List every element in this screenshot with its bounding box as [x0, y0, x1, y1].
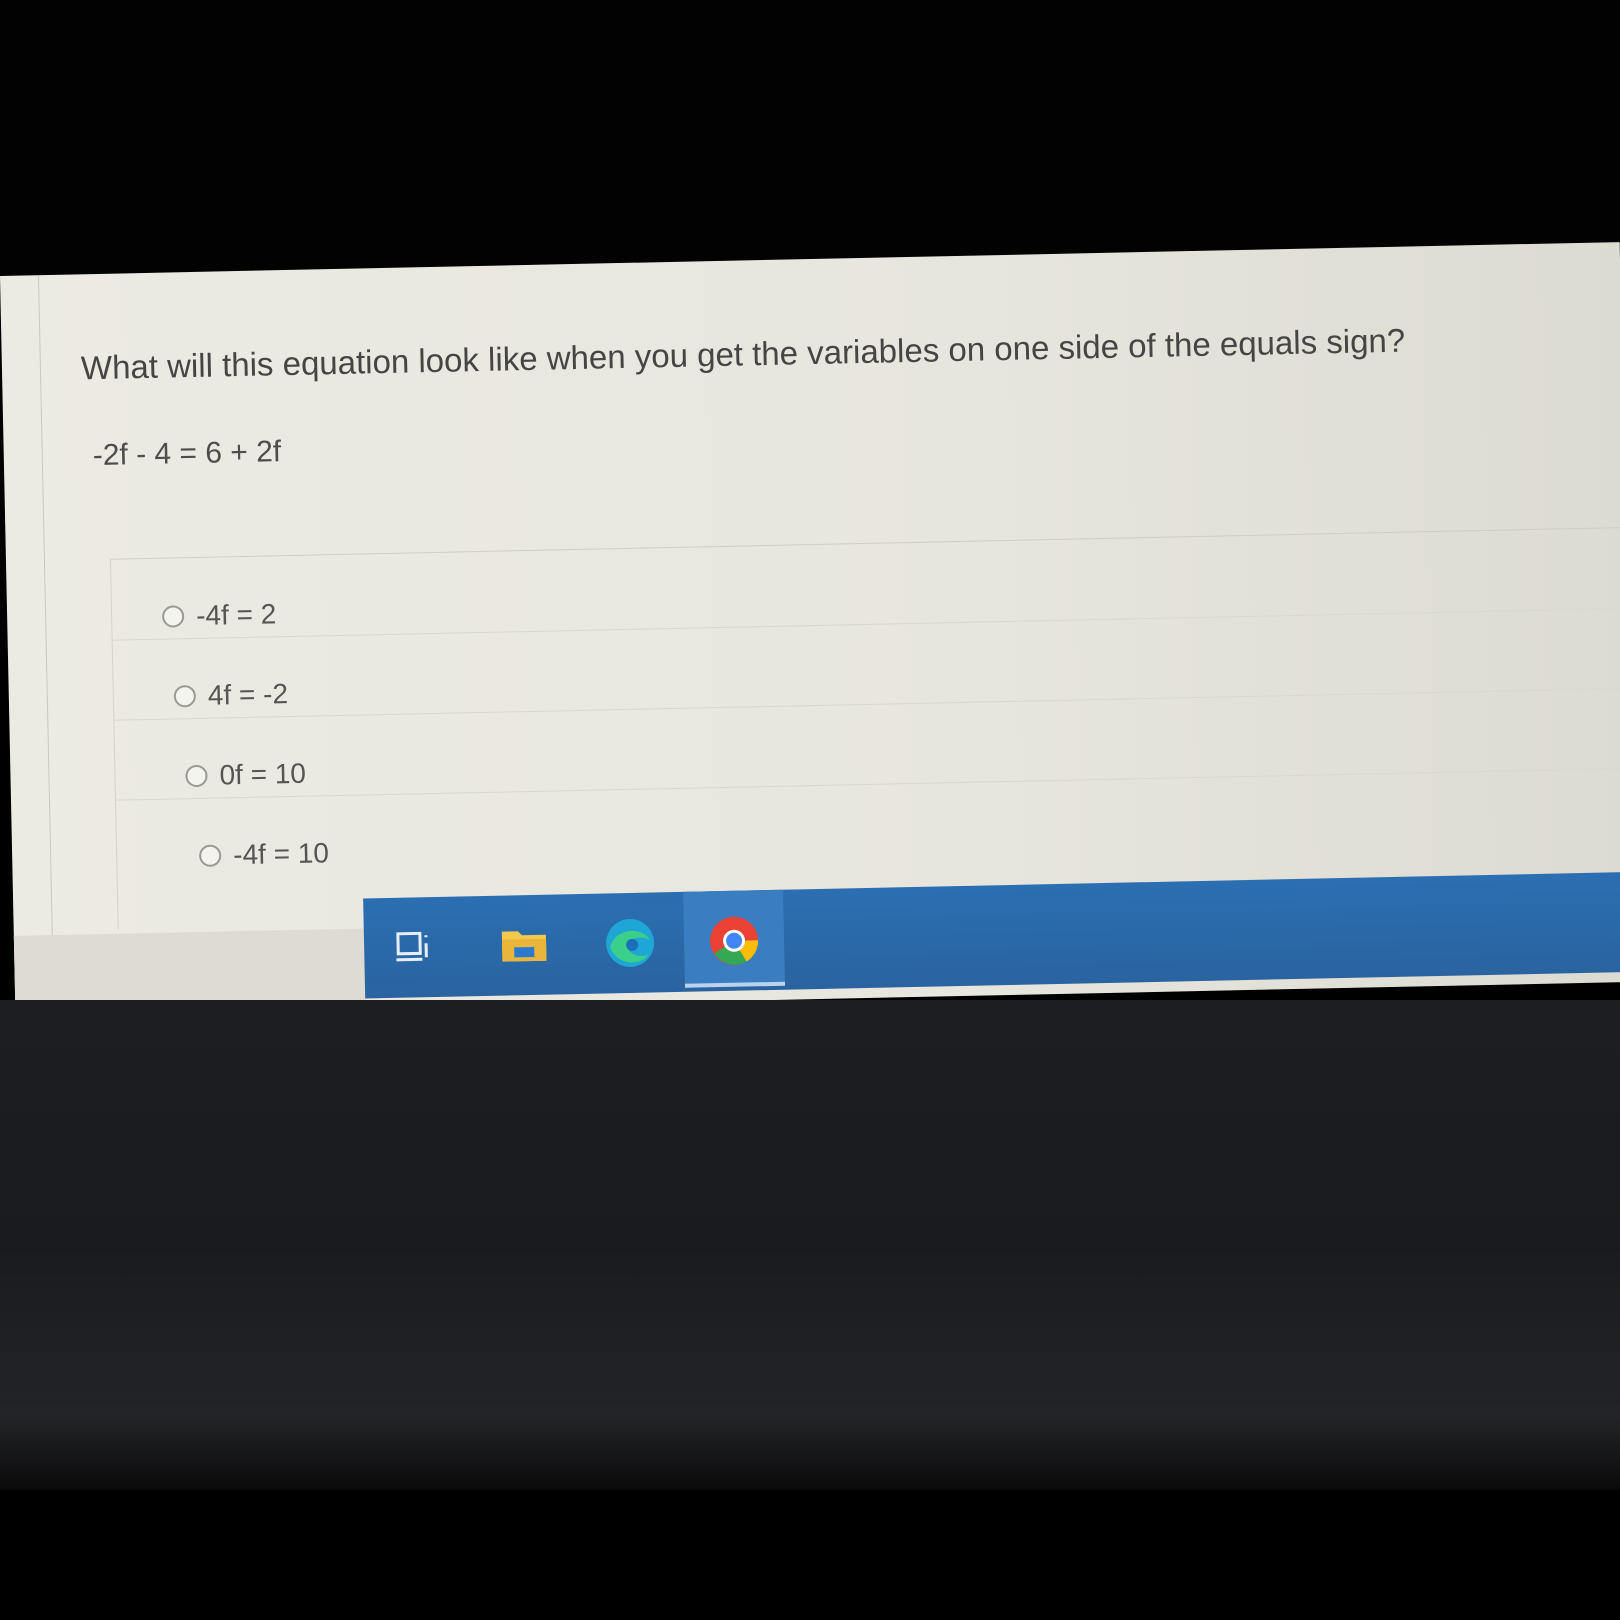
question-text: What will this equation look like when y… — [80, 321, 1406, 387]
option-label: 4f = -2 — [207, 678, 289, 711]
radio-button[interactable] — [198, 844, 222, 867]
task-view-icon[interactable] — [386, 919, 443, 976]
radio-button[interactable] — [173, 684, 197, 708]
monitor-bezel-top — [0, 0, 1620, 276]
answer-options: -4f = 2 4f = -2 0f = 10 -4f = 10 — [109, 526, 1620, 930]
option-divider — [114, 687, 1620, 721]
screen: What will this equation look like when y… — [0, 241, 1620, 1016]
radio-button[interactable] — [161, 605, 185, 628]
answer-option-4[interactable]: -4f = 10 — [198, 833, 330, 876]
option-label: -4f = 10 — [232, 837, 330, 871]
answer-option-1[interactable]: -4f = 2 — [161, 594, 277, 636]
keyboard-area — [0, 1000, 1620, 1490]
option-label: 0f = 10 — [219, 757, 307, 791]
answer-option-2[interactable]: 4f = -2 — [173, 674, 288, 716]
photo-border-bottom — [0, 1490, 1620, 1620]
question-card: What will this equation look like when y… — [37, 241, 1620, 936]
option-label: -4f = 2 — [195, 598, 277, 631]
equation-text: -2f - 4 = 6 + 2f — [92, 435, 282, 473]
radio-button[interactable] — [185, 764, 208, 788]
file-explorer-icon[interactable] — [496, 917, 553, 974]
edge-browser-icon[interactable] — [602, 914, 659, 971]
chrome-browser-icon[interactable] — [706, 912, 763, 969]
answer-option-3[interactable]: 0f = 10 — [185, 754, 306, 797]
option-divider — [115, 767, 1620, 801]
option-divider — [112, 607, 1620, 641]
